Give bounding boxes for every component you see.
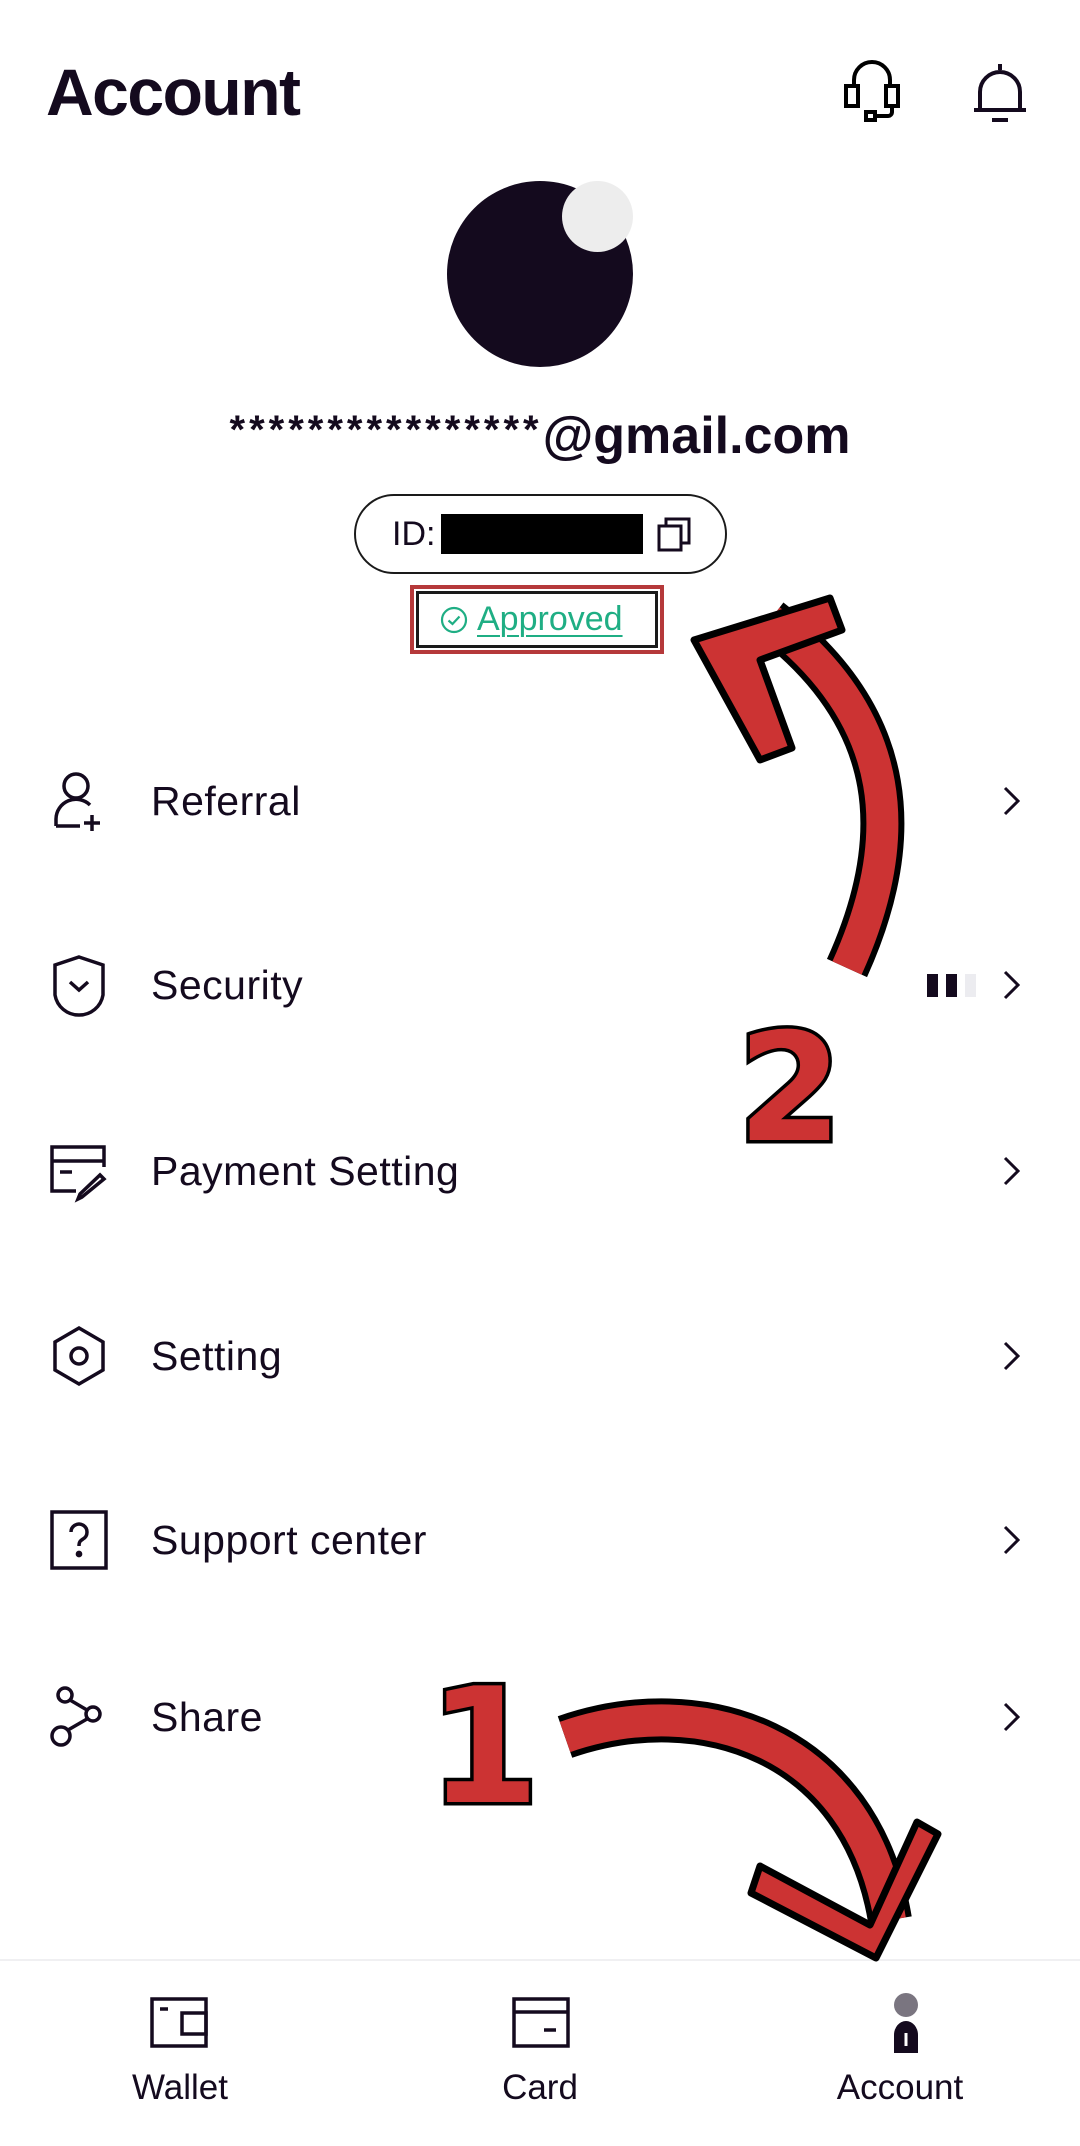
shield-check-icon — [48, 953, 110, 1017]
support-headset-button[interactable] — [840, 58, 904, 128]
notifications-button[interactable] — [968, 58, 1032, 128]
chevron-right-icon — [1003, 1156, 1021, 1186]
menu-item-referral[interactable]: Referral — [0, 726, 1080, 876]
menu-item-share[interactable]: Share — [0, 1642, 1080, 1792]
menu-item-security[interactable]: Security — [0, 910, 1080, 1060]
security-level-bar — [965, 973, 976, 997]
wallet-icon — [150, 1997, 208, 2048]
user-plus-icon — [48, 769, 110, 833]
email-mask: **************** — [229, 408, 543, 452]
question-box-icon — [48, 1508, 110, 1572]
menu-item-label: Security — [151, 961, 304, 1008]
security-level-bar — [946, 973, 957, 997]
security-level-bar — [927, 973, 938, 997]
check-circle-icon — [440, 606, 468, 633]
menu-item-label: Payment Setting — [151, 1147, 460, 1194]
nav-tab-wallet[interactable]: Wallet — [0, 1961, 360, 2146]
nav-label: Wallet — [132, 2068, 228, 2107]
account-icon — [894, 1993, 918, 2053]
nav-label: Account — [836, 2068, 964, 2107]
chevron-right-icon — [1003, 1525, 1021, 1555]
chevron-right-icon — [1003, 786, 1021, 816]
menu-item-setting[interactable]: Setting — [0, 1281, 1080, 1431]
hexagon-gear-icon — [48, 1324, 110, 1388]
menu-item-payment-setting[interactable]: Payment Setting — [0, 1096, 1080, 1246]
annotation-highlight-box: Approved — [410, 585, 664, 654]
chevron-right-icon — [1003, 1341, 1021, 1371]
avatar-badge — [562, 181, 633, 252]
chevron-right-icon — [1003, 1702, 1021, 1732]
nav-label: Card — [502, 2068, 578, 2107]
verification-status: Approved — [477, 600, 623, 638]
headset-icon — [844, 60, 900, 122]
nav-tab-card[interactable]: Card — [360, 1961, 720, 2146]
page-title: Account — [46, 55, 301, 129]
email-domain: @gmail.com — [542, 407, 851, 465]
id-value-redacted — [441, 514, 644, 554]
security-level-indicator — [927, 973, 976, 997]
chevron-right-icon — [1003, 970, 1021, 1000]
menu-item-label: Referral — [151, 777, 301, 824]
user-id-pill: ID: — [354, 494, 727, 574]
menu-item-label: Share — [151, 1693, 263, 1740]
nav-tab-account[interactable]: Account — [720, 1961, 1080, 2146]
user-email: ****************@gmail.com — [0, 395, 1080, 471]
share-icon — [48, 1685, 110, 1749]
copy-icon[interactable] — [655, 514, 695, 554]
card-edit-icon — [48, 1139, 110, 1203]
bell-icon — [974, 64, 1026, 122]
verification-status-link[interactable]: Approved — [416, 591, 658, 648]
id-label: ID: — [392, 514, 436, 553]
bottom-navigation: Wallet Card Account — [0, 1959, 1080, 2146]
menu-item-label: Setting — [151, 1332, 283, 1379]
card-icon — [512, 1997, 570, 2048]
menu-item-label: Support center — [151, 1516, 427, 1563]
menu-item-support-center[interactable]: Support center — [0, 1465, 1080, 1615]
